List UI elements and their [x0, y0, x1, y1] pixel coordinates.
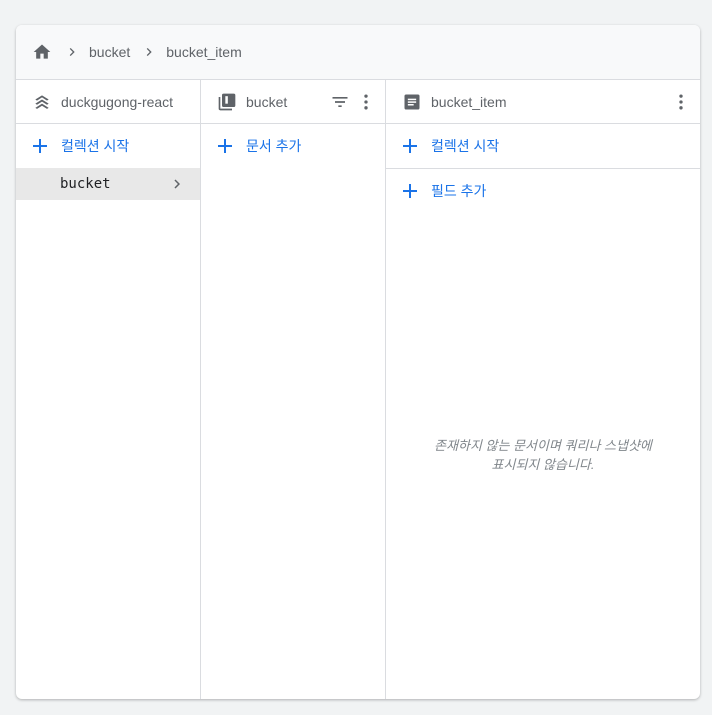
root-column-header: duckgugong-react: [16, 80, 200, 124]
add-document-button[interactable]: 문서 추가: [201, 124, 385, 168]
document-column-header: bucket_item: [386, 80, 700, 124]
filter-icon[interactable]: [329, 91, 351, 113]
breadcrumb-item-bucket-item[interactable]: bucket_item: [166, 44, 241, 60]
columns: duckgugong-react 컬렉션 시작 bucket bucket 문서…: [16, 80, 700, 699]
empty-document-message: 존재하지 않는 문서이며 쿼리나 스냅샷에 표시되지 않습니다.: [386, 436, 700, 474]
start-subcollection-button[interactable]: 컬렉션 시작: [386, 124, 700, 169]
plus-icon: [401, 182, 419, 200]
plus-icon: [216, 137, 234, 155]
more-vert-icon[interactable]: [355, 91, 377, 113]
add-field-label: 필드 추가: [431, 183, 487, 199]
start-collection-button[interactable]: 컬렉션 시작: [16, 124, 200, 168]
start-subcollection-label: 컬렉션 시작: [431, 138, 500, 154]
chevron-right-icon: [138, 41, 160, 63]
chevron-right-icon: [61, 41, 83, 63]
add-field-button[interactable]: 필드 추가: [386, 169, 700, 213]
home-icon[interactable]: [31, 41, 53, 63]
add-document-label: 문서 추가: [246, 138, 302, 154]
more-vert-icon[interactable]: [670, 91, 692, 113]
collection-column: bucket 문서 추가: [201, 80, 386, 699]
root-column: duckgugong-react 컬렉션 시작 bucket: [16, 80, 201, 699]
plus-icon: [31, 137, 49, 155]
root-title: duckgugong-react: [61, 93, 174, 110]
collection-header-tools: [329, 80, 377, 124]
firestore-data-panel: bucket bucket_item duckgugong-react 컬렉션 …: [16, 25, 700, 699]
list-item[interactable]: bucket: [16, 168, 200, 200]
document-icon: [402, 92, 422, 112]
empty-message-line-2: 표시되지 않습니다.: [491, 457, 595, 472]
stacked-layers-icon: [32, 92, 52, 112]
start-collection-label: 컬렉션 시작: [61, 138, 130, 154]
collection-icon: [217, 92, 237, 112]
document-header-tools: [670, 80, 692, 124]
breadcrumb-item-bucket[interactable]: bucket: [89, 44, 130, 60]
collection-item-label: bucket: [60, 176, 111, 192]
empty-message-line-1: 존재하지 않는 문서이며 쿼리나 스냅샷에: [434, 438, 652, 453]
collection-title: bucket: [246, 93, 288, 110]
document-column: bucket_item 컬렉션 시작 필드 추가 존재하지 않는 문서이며 쿼리…: [386, 80, 700, 699]
collection-column-header: bucket: [201, 80, 385, 124]
plus-icon: [401, 137, 419, 155]
breadcrumb: bucket bucket_item: [16, 25, 700, 80]
document-title: bucket_item: [431, 93, 507, 110]
chevron-right-icon: [166, 173, 188, 195]
